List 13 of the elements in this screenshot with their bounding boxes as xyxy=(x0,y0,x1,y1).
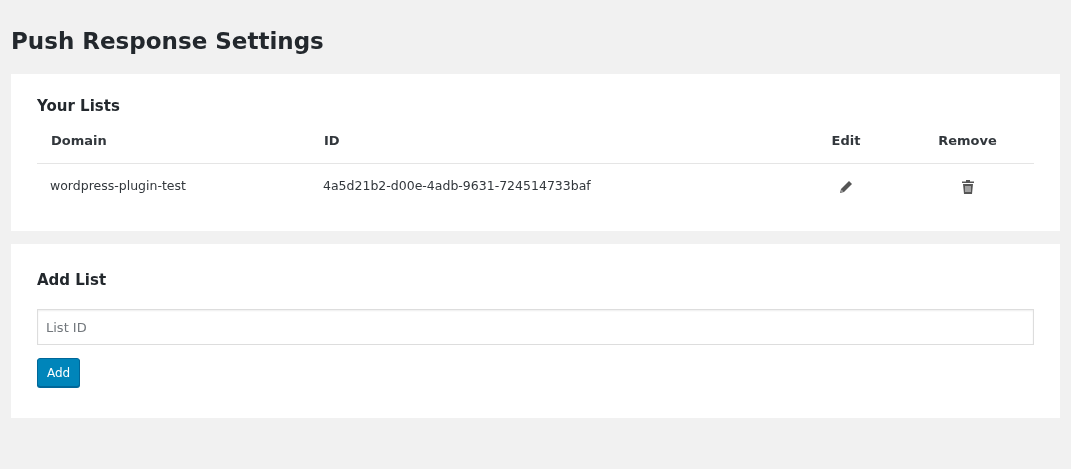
page-title: Push Response Settings xyxy=(11,28,324,54)
section-heading: Add List xyxy=(37,271,107,289)
column-header: Edit xyxy=(831,133,861,148)
list-id-field[interactable]: List ID xyxy=(37,309,1034,345)
table-cell: wordpress-plugin-test xyxy=(50,178,186,193)
column-header: Remove xyxy=(938,133,997,148)
add-button[interactable]: Add xyxy=(37,358,81,387)
edit-icon[interactable] xyxy=(839,180,853,194)
section-heading: Your Lists xyxy=(37,97,120,115)
column-header: Domain xyxy=(51,133,107,148)
table-cell: 4a5d21b2-d00e-4adb-9631-724514733baf xyxy=(323,178,591,193)
trash-icon[interactable] xyxy=(961,180,974,194)
column-header: ID xyxy=(324,133,340,148)
